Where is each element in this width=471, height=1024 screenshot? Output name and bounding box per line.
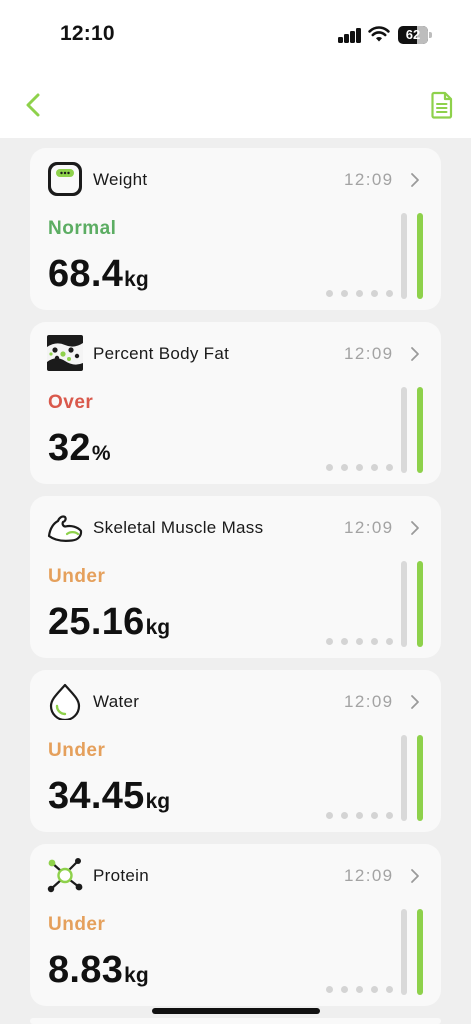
battery-icon: 62 (398, 26, 432, 44)
muscle-icon (47, 515, 83, 542)
metric-title: Protein (93, 866, 149, 885)
report-button[interactable] (428, 90, 456, 120)
chevron-right-icon (411, 695, 419, 709)
home-indicator[interactable] (152, 1008, 320, 1014)
back-button[interactable] (20, 90, 48, 120)
range-bar-track (401, 909, 407, 995)
water-drop-icon (49, 683, 81, 720)
body-fat-icon (47, 335, 83, 371)
metric-unit: kg (145, 790, 171, 813)
status-bar: 12:10 62 (0, 0, 471, 72)
metric-status: Under (48, 740, 106, 761)
nav-bar (0, 72, 471, 138)
metric-value: 68.4 (48, 253, 124, 295)
metric-unit: kg (124, 964, 149, 987)
range-bar-track (401, 735, 407, 821)
metric-reading: 34.45kg (48, 775, 170, 818)
metric-title: Weight (93, 170, 148, 189)
page-dots (326, 290, 396, 298)
wifi-icon (368, 26, 390, 42)
page-dots (326, 638, 396, 646)
battery-level: 62 (405, 27, 421, 42)
metric-time: 12:09 (344, 170, 394, 189)
chevron-right-icon (411, 869, 419, 883)
cellular-signal-icon (338, 28, 362, 43)
metric-title: Percent Body Fat (93, 344, 230, 363)
metric-card-water[interactable]: Water 12:09 Under 34.45kg (30, 670, 441, 832)
metric-time: 12:09 (344, 344, 394, 363)
range-bar-track (401, 561, 407, 647)
metric-title: Water (93, 692, 140, 711)
metric-card-skeletal-muscle[interactable]: Skeletal Muscle Mass 12:09 Under 25.16kg (30, 496, 441, 658)
metric-time: 12:09 (344, 518, 394, 537)
metric-unit: kg (145, 616, 171, 639)
range-bar-fill (417, 387, 423, 473)
range-bar-track (401, 213, 407, 299)
page-dots (326, 986, 396, 994)
metric-value: 25.16 (48, 601, 145, 643)
metric-value: 32 (48, 427, 91, 469)
metric-reading: 68.4kg (48, 253, 149, 296)
chevron-right-icon (411, 173, 419, 187)
protein-molecule-icon (47, 858, 83, 893)
status-time: 12:10 (60, 22, 115, 45)
metric-value: 8.83 (48, 949, 124, 991)
range-bar-fill (417, 561, 423, 647)
metric-card-body-fat[interactable]: Percent Body Fat 12:09 Over 32% (30, 322, 441, 484)
chevron-left-icon (26, 93, 40, 117)
metric-title: Skeletal Muscle Mass (93, 518, 264, 537)
page-dots (326, 812, 396, 820)
metric-reading: 32% (48, 427, 111, 470)
metric-value: 34.45 (48, 775, 145, 817)
metric-status: Under (48, 566, 106, 587)
metric-status: Over (48, 392, 94, 413)
page-dots (326, 464, 396, 472)
metric-status: Under (48, 914, 106, 935)
range-bar-track (401, 387, 407, 473)
metric-reading: 8.83kg (48, 949, 149, 992)
chevron-right-icon (411, 347, 419, 361)
metric-card-next[interactable] (30, 1018, 441, 1024)
chevron-right-icon (411, 521, 419, 535)
document-icon (431, 91, 453, 119)
range-bar-fill (417, 735, 423, 821)
metric-card-protein[interactable]: Protein 12:09 Under 8.83kg (30, 844, 441, 1006)
range-bar-fill (417, 909, 423, 995)
metric-card-weight[interactable]: Weight 12:09 Normal 68.4kg (30, 148, 441, 310)
metric-status: Normal (48, 218, 117, 239)
metric-unit: kg (124, 268, 149, 291)
metric-time: 12:09 (344, 692, 394, 711)
range-bar-fill (417, 213, 423, 299)
metric-time: 12:09 (344, 866, 394, 885)
metric-reading: 25.16kg (48, 601, 170, 644)
metric-unit: % (91, 442, 111, 465)
scale-icon (48, 162, 82, 196)
